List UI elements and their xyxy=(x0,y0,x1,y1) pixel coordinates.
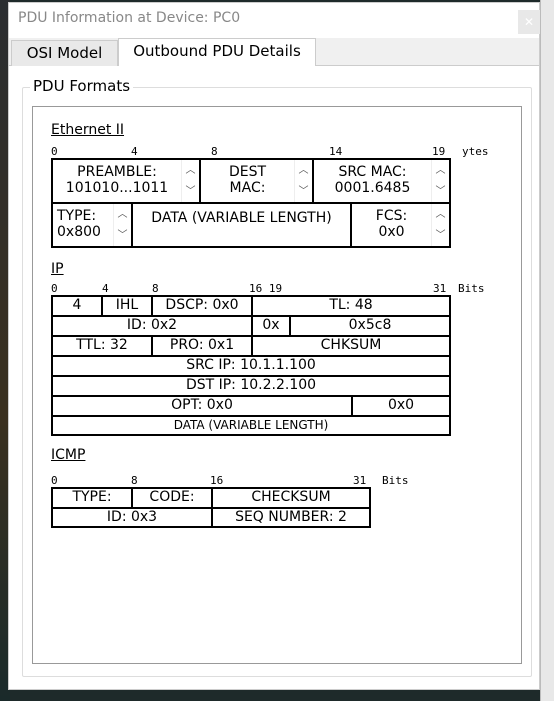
chevron-up-icon[interactable]: ︿ xyxy=(114,204,131,225)
ip-id: ID: 0x2 xyxy=(51,315,253,337)
icmp-code: CODE: xyxy=(131,487,213,509)
ip-src: SRC IP: 10.1.1.100 xyxy=(51,355,451,377)
chevron-down-icon[interactable]: ﹀ xyxy=(432,181,449,202)
ruler-tick: 8 xyxy=(211,145,218,158)
close-icon[interactable]: ✕ xyxy=(518,10,540,34)
fcs-label: FCS: xyxy=(375,208,408,224)
chevron-down-icon[interactable]: ﹀ xyxy=(182,181,199,202)
preamble-field[interactable]: PREAMBLE: 101010...1011 ︿ ﹀ xyxy=(51,158,201,204)
dest-mac-value: MAC: xyxy=(229,180,266,196)
ruler-tick: 19 xyxy=(432,145,446,158)
preamble-value: 101010...1011 xyxy=(65,180,169,196)
dest-mac-label: DEST xyxy=(228,164,267,180)
chevron-down-icon[interactable]: ﹀ xyxy=(432,225,449,246)
ip-version: 4 xyxy=(51,295,103,317)
ruler-tick: 8 xyxy=(131,474,138,487)
background-app-window xyxy=(540,0,554,701)
ethernet-data-field: DATA (VARIABLE LENGTH) xyxy=(131,202,352,248)
icmp-id: ID: 0x3 xyxy=(51,507,213,528)
ip-dst: DST IP: 10.2.2.100 xyxy=(51,375,451,397)
ip-options: OPT: 0x0 xyxy=(51,395,353,417)
fcs-value: 0x0 xyxy=(378,224,405,240)
dest-mac-field[interactable]: DEST MAC: ︿ ﹀ xyxy=(199,158,314,204)
ruler-tick: 0 xyxy=(51,282,58,295)
ruler-unit: Bits xyxy=(382,474,409,487)
icmp-type: TYPE: xyxy=(51,487,133,509)
chevron-down-icon[interactable]: ﹀ xyxy=(114,225,131,246)
ruler-tick: 0 xyxy=(51,145,58,158)
group-label: PDU Formats xyxy=(30,77,134,95)
ip-padding: 0x0 xyxy=(351,395,451,417)
ruler-unit: Bits xyxy=(458,282,485,295)
chevron-down-icon[interactable]: ﹀ xyxy=(295,181,312,202)
ruler-tick: 4 xyxy=(102,282,109,295)
ip-data: DATA (VARIABLE LENGTH) xyxy=(51,415,451,436)
ruler-tick: 16 xyxy=(210,474,224,487)
fcs-field[interactable]: FCS: 0x0 ︿ ﹀ xyxy=(350,202,451,248)
ip-dscp: DSCP: 0x0 xyxy=(151,295,253,317)
ip-flags: 0x xyxy=(251,315,291,337)
scroll-spinner[interactable]: ︿ ﹀ xyxy=(181,160,199,202)
preamble-label: PREAMBLE: xyxy=(77,164,157,180)
chevron-up-icon[interactable]: ︿ xyxy=(432,204,449,225)
icmp-seq: SEQ NUMBER: 2 xyxy=(211,507,371,528)
scroll-spinner[interactable]: ︿ ﹀ xyxy=(431,160,449,202)
chevron-up-icon[interactable]: ︿ xyxy=(295,160,312,181)
ip-title: IP xyxy=(51,261,64,277)
ruler-unit: ytes xyxy=(462,145,489,158)
ruler-tick: 14 xyxy=(329,145,343,158)
type-value: 0x800 xyxy=(57,224,101,240)
ip-fragment-offset: 0x5c8 xyxy=(289,315,451,337)
ruler-tick: 16 19 xyxy=(249,282,283,295)
ruler-tick: 31 xyxy=(433,282,447,295)
ip-ttl: TTL: 32 xyxy=(51,335,153,357)
icmp-title: ICMP xyxy=(51,447,86,463)
ip-protocol: PRO: 0x1 xyxy=(151,335,253,357)
chevron-up-icon[interactable]: ︿ xyxy=(182,160,199,181)
ip-checksum: CHKSUM xyxy=(251,335,451,357)
tab-osi-model[interactable]: OSI Model xyxy=(11,40,118,66)
icmp-checksum: CHECKSUM xyxy=(211,487,371,509)
ip-total-length: TL: 48 xyxy=(251,295,451,317)
src-mac-field[interactable]: SRC MAC: 0001.6485 ︿ ﹀ xyxy=(312,158,451,204)
src-mac-value: 0001.6485 xyxy=(334,180,411,196)
ip-ihl: IHL xyxy=(101,295,153,317)
chevron-up-icon[interactable]: ︿ xyxy=(432,160,449,181)
ruler-tick: 8 xyxy=(152,282,159,295)
type-field[interactable]: TYPE: 0x800 ︿ ﹀ xyxy=(51,202,133,248)
src-mac-label: SRC MAC: xyxy=(338,164,407,180)
ethernet-title: Ethernet II xyxy=(51,122,125,138)
ruler-tick: 31 xyxy=(353,474,367,487)
scroll-spinner[interactable]: ︿ ﹀ xyxy=(113,204,131,246)
tab-outbound-pdu-details[interactable]: Outbound PDU Details xyxy=(118,38,316,66)
type-label: TYPE: xyxy=(57,208,97,224)
scroll-spinner[interactable]: ︿ ﹀ xyxy=(294,160,312,202)
ruler-tick: 4 xyxy=(131,145,138,158)
ruler-tick: 0 xyxy=(51,474,58,487)
window-title: PDU Information at Device: PC0 xyxy=(18,10,241,26)
scroll-spinner[interactable]: ︿ ﹀ xyxy=(431,204,449,246)
